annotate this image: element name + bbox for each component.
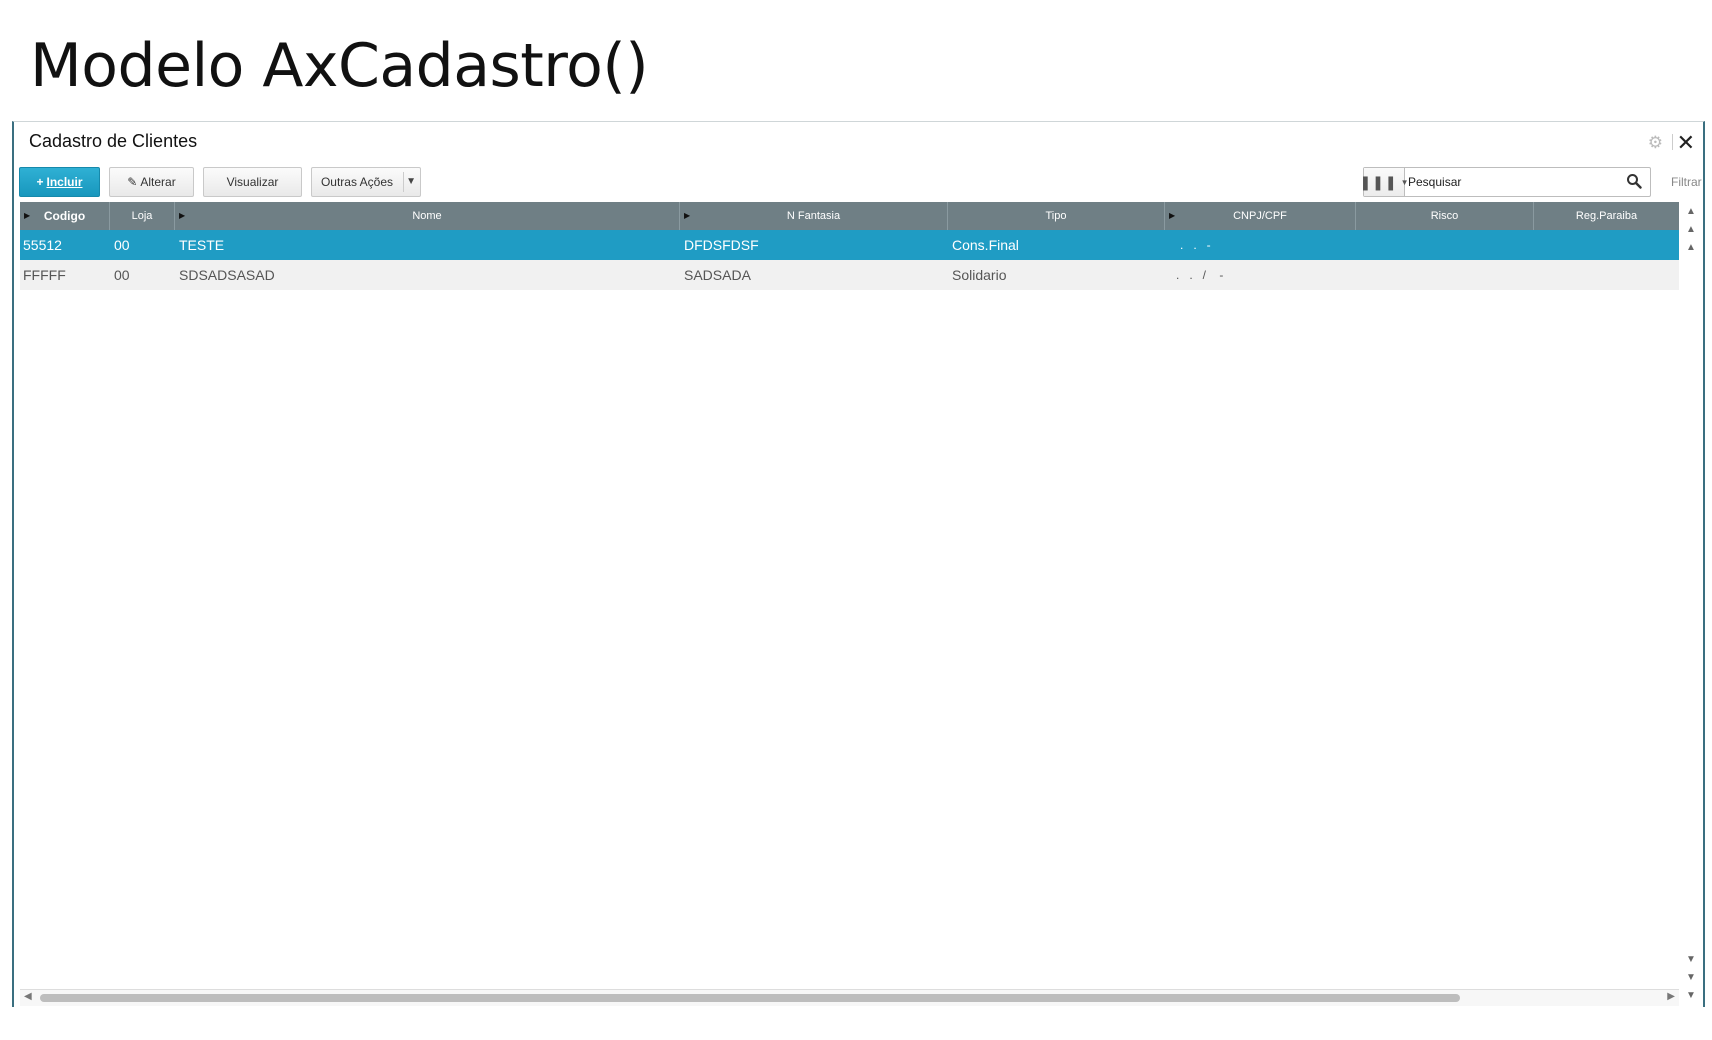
visualizar-button[interactable]: Visualizar [203, 167, 302, 197]
filtrar-link[interactable]: Filtrar [1671, 175, 1702, 189]
close-icon[interactable]: ✕ [1677, 130, 1695, 156]
incluir-label: Incluir [46, 175, 83, 189]
pencil-icon: ✎ [127, 175, 138, 189]
scroll-last-icon[interactable]: ▼ [1684, 990, 1698, 1001]
columns-icon: ❚❚❚ [1359, 173, 1398, 190]
cell-nome: SDSADSASAD [179, 267, 275, 283]
column-header-reg-paraiba[interactable]: Reg.Paraiba [1534, 202, 1679, 230]
column-header-fantasia[interactable]: ▶ N Fantasia [680, 202, 948, 230]
scroll-page-up-icon[interactable]: ▲ [1684, 224, 1698, 235]
scroll-left-icon[interactable]: ◀ [24, 991, 32, 1002]
chevron-down-icon: ▼ [406, 176, 416, 187]
incluir-button[interactable]: + Incluir [19, 167, 100, 197]
column-header-label: Risco [1430, 210, 1459, 222]
table-header: ▶ Codigo Loja ▶ Nome ▶ N Fantasia Tipo ▶… [20, 202, 1679, 230]
gear-icon[interactable]: ⚙ [1648, 133, 1663, 153]
cell-tipo: Solidario [952, 267, 1007, 283]
sort-arrow-icon: ▶ [24, 211, 31, 220]
column-header-label: Nome [412, 210, 442, 222]
alterar-button[interactable]: ✎ Alterar [109, 167, 194, 197]
column-header-label: Tipo [1045, 210, 1067, 222]
column-header-loja[interactable]: Loja [110, 202, 175, 230]
column-header-label: CNPJ/CPF [1233, 210, 1287, 222]
cell-codigo: 55512 [23, 237, 62, 253]
outras-acoes-button[interactable]: Outras Ações ▼ [311, 167, 421, 197]
horizontal-scroll-thumb[interactable] [40, 994, 1460, 1002]
sort-arrow-icon: ▶ [179, 211, 186, 220]
columns-menu-button[interactable]: ❚❚❚ ▼ [1359, 168, 1409, 196]
visualizar-label: Visualizar [226, 175, 279, 189]
cell-cnpj: . . - [1180, 238, 1211, 252]
outras-acoes-label: Outras Ações [320, 175, 394, 189]
column-header-cnpj[interactable]: ▶ CNPJ/CPF [1165, 202, 1356, 230]
column-header-tipo[interactable]: Tipo [948, 202, 1165, 230]
scroll-down-icon[interactable]: ▼ [1684, 954, 1698, 965]
scroll-right-icon[interactable]: ▶ [1667, 991, 1675, 1002]
scroll-up-icon[interactable]: ▲ [1684, 242, 1698, 253]
cell-fantasia: DFDSFDSF [684, 237, 759, 253]
sort-arrow-icon: ▶ [1169, 211, 1176, 220]
cell-codigo: FFFFF [23, 267, 66, 283]
cell-nome: TESTE [179, 237, 225, 253]
scroll-first-icon[interactable]: ▲ [1684, 206, 1698, 217]
cell-tipo: Cons.Final [952, 237, 1019, 253]
cadastro-window: Cadastro de Clientes ⚙ ✕ + Incluir ✎ Alt… [12, 121, 1705, 1007]
search-icon[interactable] [1626, 173, 1642, 189]
table-row[interactable]: FFFFF 00 SDSADSASAD SADSADA Solidario . … [20, 260, 1679, 290]
vertical-scrollbar[interactable]: ▲ ▲ ▲ ▼ ▼ ▼ [1681, 202, 1701, 1002]
title-divider [1672, 134, 1673, 150]
cell-cnpj: . . / - [1176, 268, 1224, 282]
cell-fantasia: SADSADA [684, 267, 751, 283]
column-header-label: Loja [131, 210, 153, 222]
column-header-label: N Fantasia [786, 210, 841, 222]
horizontal-scrollbar[interactable]: ◀ ▶ [20, 989, 1679, 1006]
slide-title: Modelo AxCadastro() [30, 31, 649, 101]
cell-loja: 00 [114, 267, 130, 283]
cell-loja: 00 [114, 237, 130, 253]
clients-table: ▶ Codigo Loja ▶ Nome ▶ N Fantasia Tipo ▶… [20, 202, 1679, 290]
column-header-codigo[interactable]: ▶ Codigo [20, 202, 110, 230]
search-input[interactable] [1406, 171, 1620, 193]
column-header-nome[interactable]: ▶ Nome [175, 202, 680, 230]
column-header-label: Reg.Paraiba [1575, 210, 1638, 222]
column-header-label: Codigo [43, 209, 86, 223]
sort-arrow-icon: ▶ [684, 211, 691, 220]
window-title: Cadastro de Clientes [29, 131, 198, 151]
search-box: ❚❚❚ ▼ [1359, 167, 1651, 197]
alterar-label: Alterar [140, 175, 176, 189]
table-row[interactable]: 55512 00 TESTE DFDSFDSF Cons.Final . . - [20, 230, 1679, 260]
dropdown-divider [403, 172, 404, 192]
plus-icon: + [36, 175, 44, 189]
column-header-risco[interactable]: Risco [1356, 202, 1534, 230]
scroll-page-down-icon[interactable]: ▼ [1684, 972, 1698, 983]
